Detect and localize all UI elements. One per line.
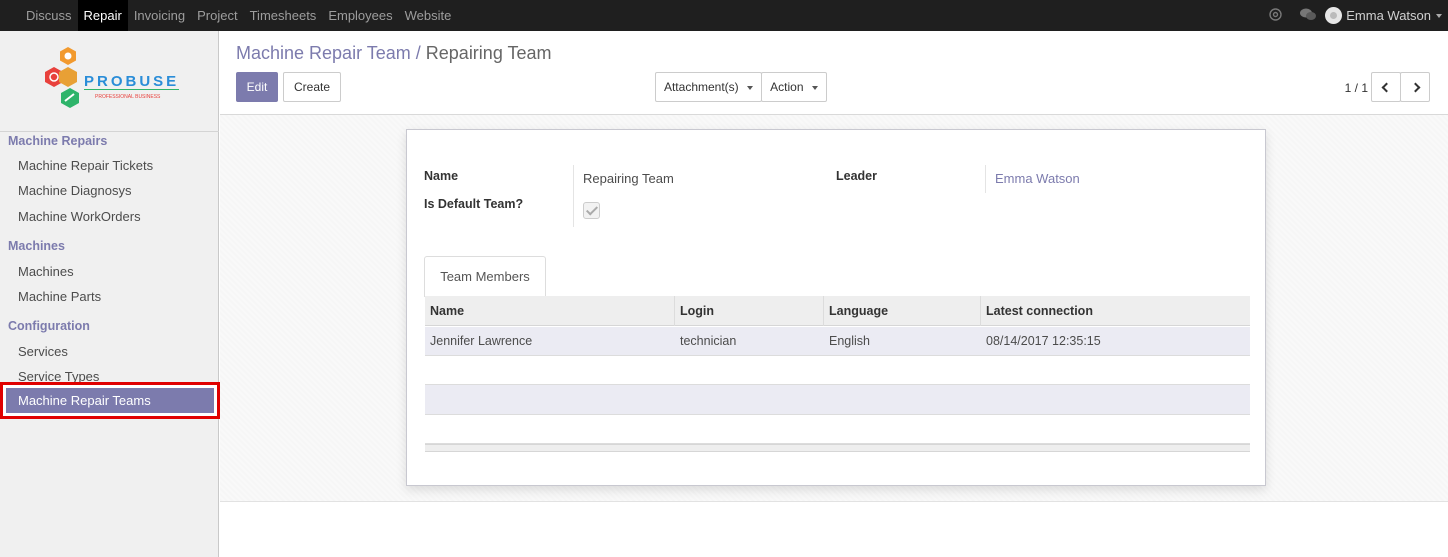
edit-button[interactable]: Edit: [236, 72, 278, 102]
cell-latest-connection: 08/14/2017 12:35:15: [986, 334, 1101, 348]
table-row-empty: [425, 415, 1250, 444]
name-label: Name: [424, 169, 459, 183]
sidebar-section-machine-repairs: Machine Repairs: [8, 134, 108, 148]
user-avatar[interactable]: [1325, 7, 1343, 24]
sidebar-item-machine-repair-tickets[interactable]: Machine Repair Tickets: [18, 158, 153, 173]
breadcrumb-parent[interactable]: Machine Repair Team /: [236, 43, 421, 63]
at-icon[interactable]: [1269, 7, 1282, 24]
column-header-latest-connection[interactable]: Latest connection: [981, 296, 1250, 326]
pager-next-button[interactable]: [1400, 72, 1430, 102]
field-divider: [985, 165, 986, 193]
leader-field[interactable]: Emma Watson: [995, 171, 1080, 186]
app-menu: Discuss Repair Invoicing Project Timeshe…: [0, 0, 457, 31]
table-row[interactable]: Jennifer Lawrence technician English 08/…: [425, 327, 1250, 356]
sidebar-item-machine-diagnosys[interactable]: Machine Diagnosys: [18, 183, 131, 198]
sidebar-item-machine-repair-teams[interactable]: Machine Repair Teams: [6, 388, 214, 413]
sidebar-highlight-box: Machine Repair Teams: [0, 382, 220, 419]
cell-login: technician: [680, 334, 737, 348]
default-team-checkbox[interactable]: [583, 202, 600, 219]
menu-project[interactable]: Project: [191, 0, 243, 31]
top-navbar: Discuss Repair Invoicing Project Timeshe…: [0, 0, 1448, 31]
chevron-right-icon: [1410, 82, 1420, 93]
menu-timesheets[interactable]: Timesheets: [244, 0, 323, 31]
create-button[interactable]: Create: [283, 72, 341, 102]
column-header-name[interactable]: Name: [425, 296, 675, 326]
user-menu[interactable]: Emma Watson: [1346, 8, 1431, 23]
cell-language: English: [829, 334, 870, 348]
chevron-down-icon: [747, 85, 754, 90]
column-header-login[interactable]: Login: [675, 296, 824, 326]
column-header-language[interactable]: Language: [824, 296, 981, 326]
table-header: Name Login Language Latest connection: [425, 296, 1250, 326]
sidebar-section-configuration: Configuration: [8, 319, 90, 333]
leader-label: Leader: [836, 169, 877, 183]
default-team-label: Is Default Team?: [424, 197, 524, 211]
pager-previous-button[interactable]: [1371, 72, 1401, 102]
sidebar-item-machine-workorders[interactable]: Machine WorkOrders: [18, 209, 141, 224]
menu-employees[interactable]: Employees: [322, 0, 398, 31]
name-field[interactable]: Repairing Team: [583, 171, 674, 186]
field-divider: [573, 165, 574, 227]
attachments-label: Attachment(s): [663, 80, 739, 94]
tab-team-members[interactable]: Team Members: [424, 256, 546, 297]
attachments-dropdown[interactable]: Attachment(s): [655, 72, 762, 102]
menu-website[interactable]: Website: [399, 0, 458, 31]
sidebar-item-machine-parts[interactable]: Machine Parts: [18, 289, 101, 304]
svg-text:PROBUSE: PROBUSE: [84, 73, 179, 90]
sidebar-divider: [0, 131, 219, 132]
chat-icon[interactable]: [1300, 8, 1317, 24]
control-panel: Machine Repair Team / Repairing Team Edi…: [220, 31, 1448, 115]
form-sheet: Name Repairing Team Is Default Team? Lea…: [406, 129, 1266, 486]
company-logo: PROBUSE PROFESSIONAL BUSINESS: [40, 43, 180, 118]
breadcrumb-current: Repairing Team: [425, 43, 552, 63]
chevron-down-icon: [1436, 13, 1442, 18]
cell-name: Jennifer Lawrence: [430, 334, 533, 348]
breadcrumb: Machine Repair Team / Repairing Team: [236, 43, 552, 64]
sidebar-section-machines: Machines: [8, 239, 65, 253]
menu-invoicing[interactable]: Invoicing: [128, 0, 191, 31]
svg-text:PROFESSIONAL BUSINESS: PROFESSIONAL BUSINESS: [95, 94, 161, 100]
sidebar-item-machines[interactable]: Machines: [18, 264, 74, 279]
table-row-empty: [425, 356, 1250, 385]
probuse-logo-graphic: PROBUSE PROFESSIONAL BUSINESS: [45, 47, 179, 108]
sidebar-item-services[interactable]: Services: [18, 344, 68, 359]
pager-value[interactable]: 1 / 1: [1345, 81, 1368, 95]
table-row-empty: [425, 385, 1250, 415]
action-dropdown[interactable]: Action: [761, 72, 827, 102]
systray: Emma Watson: [1260, 0, 1442, 31]
table-footer: [425, 444, 1250, 452]
action-label: Action: [770, 80, 804, 94]
chevron-down-icon: [811, 85, 818, 90]
menu-discuss[interactable]: Discuss: [20, 0, 78, 31]
chevron-left-icon: [1381, 82, 1391, 93]
menu-repair[interactable]: Repair: [77, 0, 128, 31]
sidebar: PROBUSE PROFESSIONAL BUSINESS Machine Re…: [0, 31, 220, 557]
